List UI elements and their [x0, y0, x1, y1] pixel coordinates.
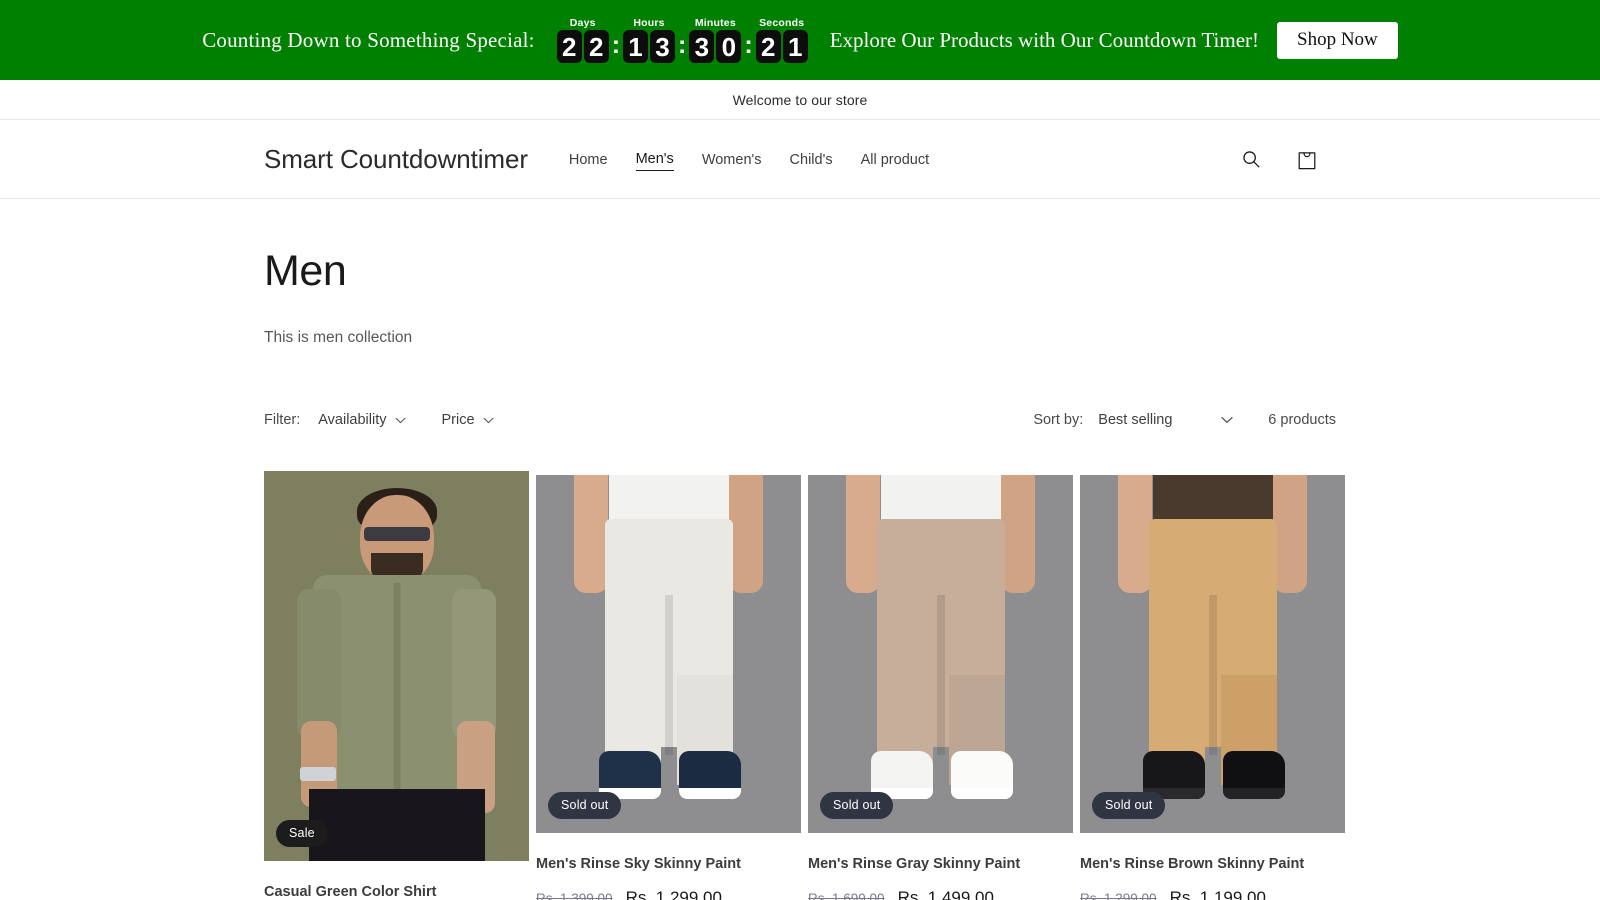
countdown-headline: Counting Down to Something Special:: [202, 27, 535, 52]
collection-page: Men This is men collection Filter: Avail…: [0, 247, 1600, 900]
nav-item-mens[interactable]: Men's: [635, 147, 674, 171]
filter-price-label: Price: [441, 412, 475, 428]
nav-item-womens[interactable]: Women's: [702, 148, 762, 171]
status-badge: Sold out: [820, 792, 894, 819]
price-row: Rs. 1,399.00 Rs. 1,299.00: [536, 888, 801, 900]
status-badge: Sold out: [548, 792, 622, 819]
timer-digits-hours: 1 3: [623, 30, 676, 63]
price-original: Rs. 1,699.00: [808, 890, 885, 900]
status-badge: Sold out: [1092, 792, 1166, 819]
product-image[interactable]: Sale: [264, 471, 529, 861]
product-image-graphic: [808, 475, 1073, 833]
timer-digit-hours-ones: 3: [650, 30, 676, 63]
sort-area: Sort by: Best selling 6 products: [1033, 412, 1336, 428]
price-current: Rs. 1,299.00: [625, 887, 722, 900]
sort-label: Sort by:: [1033, 412, 1084, 428]
search-icon[interactable]: [1234, 142, 1268, 176]
countdown-timer: Days 2 2 : Hours 1 3 : Minutes 3 0 : Sec…: [556, 17, 808, 63]
shop-now-button[interactable]: Shop Now: [1277, 21, 1398, 59]
timer-digits-seconds: 2 1: [755, 30, 808, 63]
nav-item-home[interactable]: Home: [569, 148, 608, 171]
nav-item-childs[interactable]: Child's: [790, 148, 833, 171]
facets-toolbar: Filter: Availability Price Sort by: Best…: [264, 412, 1336, 428]
timer-label-days: Days: [569, 17, 596, 29]
countdown-subtext: Explore Our Products with Our Countdown …: [829, 27, 1260, 52]
status-badge: Sale: [276, 820, 328, 847]
product-title: Men's Rinse Sky Skinny Paint: [536, 856, 741, 872]
timer-digit-hours-tens: 1: [623, 30, 649, 63]
timer-digit-minutes-ones: 0: [716, 30, 742, 63]
timer-label-seconds: Seconds: [759, 17, 805, 29]
product-count: 6 products: [1268, 412, 1336, 428]
filter-availability-label: Availability: [318, 412, 387, 428]
collection-description: This is men collection: [264, 329, 413, 346]
chevron-down-icon: [395, 417, 405, 423]
product-image[interactable]: Sold out: [1080, 475, 1345, 833]
price-original: Rs. 1,399.00: [536, 890, 613, 900]
header-inner: Smart Countdowntimer Home Men's Women's …: [0, 142, 1546, 176]
price-row: Rs. 1,299.00 Rs. 1,199.00: [1080, 888, 1345, 900]
filter-availability[interactable]: Availability: [318, 412, 405, 428]
main-navigation: Home Men's Women's Child's All product: [569, 147, 929, 171]
header-actions: [1234, 142, 1546, 176]
countdown-banner: Counting Down to Something Special: Days…: [0, 0, 1600, 80]
product-card[interactable]: Sold out Men's Rinse Gray Skinny Paint R…: [808, 471, 1073, 900]
timer-label-hours: Hours: [633, 17, 665, 29]
filter-label: Filter:: [264, 412, 301, 428]
price-current: Rs. 1,499.00: [897, 887, 994, 900]
product-title: Casual Green Color Shirt: [264, 884, 437, 900]
timer-group-days: Days 2 2: [556, 17, 609, 63]
product-grid: Sale Casual Green Color Shirt Sold out M…: [264, 471, 1345, 900]
product-image-graphic: [264, 471, 529, 861]
product-title: Men's Rinse Brown Skinny Paint: [1080, 856, 1305, 872]
timer-digits-minutes: 3 0: [689, 30, 742, 63]
price-current: Rs. 1,199.00: [1169, 887, 1266, 900]
price-row: Rs. 1,699.00 Rs. 1,499.00: [808, 888, 1073, 900]
timer-group-seconds: Seconds 2 1: [755, 17, 808, 63]
timer-digit-seconds-tens: 2: [755, 30, 781, 63]
product-image[interactable]: Sold out: [808, 475, 1073, 833]
cart-icon[interactable]: [1290, 142, 1324, 176]
timer-separator-3: :: [744, 31, 753, 59]
nav-item-all-product[interactable]: All product: [861, 148, 930, 171]
product-card[interactable]: Sold out Men's Rinse Sky Skinny Paint Rs…: [536, 471, 801, 900]
site-header: Smart Countdowntimer Home Men's Women's …: [0, 120, 1600, 199]
timer-digit-seconds-ones: 1: [782, 30, 808, 63]
product-image[interactable]: Sold out: [536, 475, 801, 833]
timer-label-minutes: Minutes: [694, 17, 736, 29]
product-card[interactable]: Sale Casual Green Color Shirt: [264, 471, 529, 900]
announcement-bar: Welcome to our store: [0, 80, 1600, 120]
page-title: Men: [264, 247, 347, 295]
timer-separator-1: :: [611, 31, 621, 59]
price-original: Rs. 1,299.00: [1080, 890, 1157, 900]
filter-price[interactable]: Price: [442, 412, 494, 428]
brand-logo[interactable]: Smart Countdowntimer: [264, 144, 528, 175]
product-image-graphic: [536, 475, 801, 833]
announcement-text: Welcome to our store: [732, 91, 868, 108]
product-image-graphic: [1080, 475, 1345, 833]
timer-digit-days-tens: 2: [556, 30, 582, 63]
timer-group-hours: Hours 1 3: [623, 17, 676, 63]
timer-digits-days: 2 2: [556, 30, 609, 63]
sort-by-value: Best selling: [1098, 412, 1173, 428]
sort-by-select[interactable]: Best selling: [1098, 412, 1233, 428]
product-card[interactable]: Sold out Men's Rinse Brown Skinny Paint …: [1080, 471, 1345, 900]
product-title: Men's Rinse Gray Skinny Paint: [808, 856, 1021, 872]
timer-separator-2: :: [678, 31, 687, 59]
chevron-down-icon: [483, 417, 493, 423]
timer-digit-days-ones: 2: [583, 30, 609, 63]
timer-digit-minutes-tens: 3: [689, 30, 715, 63]
chevron-down-icon: [1221, 416, 1233, 424]
timer-group-minutes: Minutes 3 0: [689, 17, 742, 63]
